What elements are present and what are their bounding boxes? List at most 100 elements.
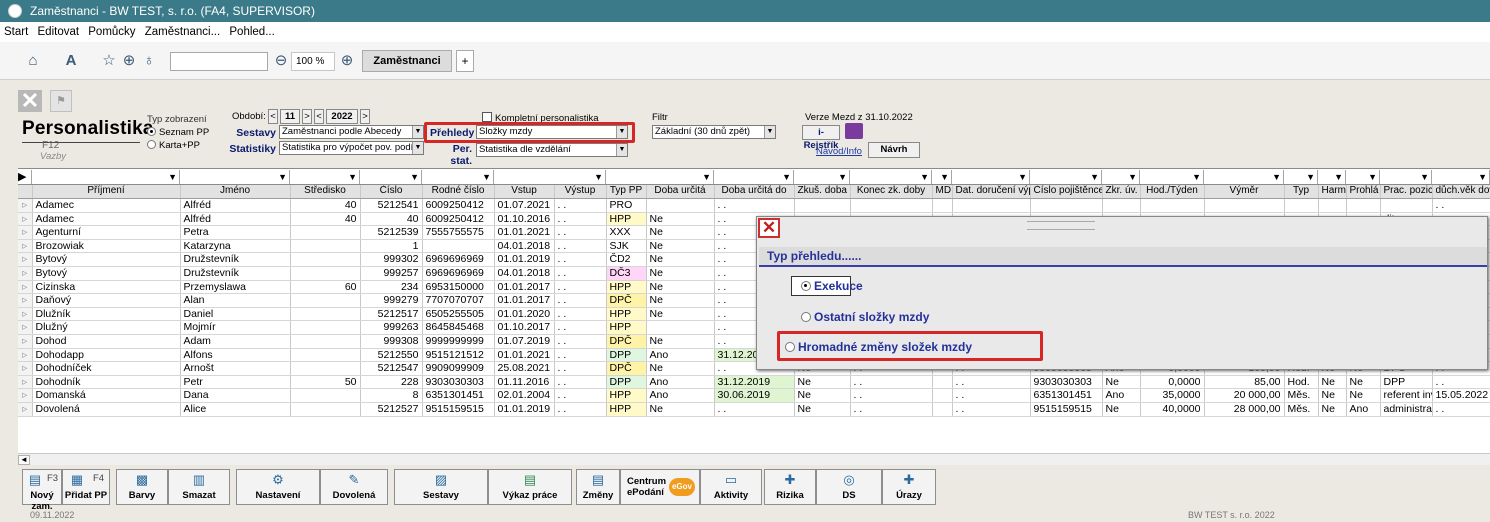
filtr-select[interactable]: Základní (30 dnů zpět) ▼ xyxy=(652,125,776,139)
smazat-button[interactable]: ▥ Smazat xyxy=(168,469,230,505)
filter-rodne-cislo[interactable]: ▼ xyxy=(422,170,494,184)
dialog-grip[interactable] xyxy=(1027,221,1095,230)
horizontal-scrollbar[interactable]: ◄ xyxy=(18,453,1490,465)
column-header[interactable]: Jméno xyxy=(180,185,291,200)
column-header[interactable]: Doba určitá xyxy=(646,185,715,200)
flag-icon[interactable]: ⚑ xyxy=(50,90,72,112)
filter-zkus-doba[interactable]: ▼ xyxy=(794,170,850,184)
row-indicator[interactable]: ▹ xyxy=(18,334,33,349)
table-row[interactable]: ▹ Adamec Alfréd 40 5212541 6009250412 01.07.20… xyxy=(18,198,1490,213)
column-header[interactable]: Vstup xyxy=(494,185,555,200)
obdobi-prev-month[interactable]: < xyxy=(268,109,278,124)
filter-vstup[interactable]: ▼ xyxy=(494,170,606,184)
navrh-button[interactable]: Návrh xyxy=(868,142,920,158)
row-indicator[interactable]: ▹ xyxy=(18,320,33,336)
rizika-button[interactable]: ✚ Rizika xyxy=(764,469,816,505)
book-icon[interactable] xyxy=(845,123,863,139)
filter-cislo[interactable]: ▼ xyxy=(360,170,422,184)
zmeny-button[interactable]: ▤ Změny xyxy=(576,469,620,505)
tab-zamestnanci[interactable]: Zaměstnanci xyxy=(362,50,452,72)
row-indicator[interactable]: ▹ xyxy=(18,402,33,417)
new-employee-button[interactable]: ▤ F3 Nový zam. xyxy=(22,469,62,512)
column-header[interactable]: Typ PP xyxy=(606,185,647,200)
filter-hod-tyden[interactable]: ▼ xyxy=(1140,170,1204,184)
sestavy-select[interactable]: Zaměstnanci podle Abecedy ▼ xyxy=(279,125,424,139)
zoom-out-icon[interactable]: ⊖ xyxy=(272,52,290,70)
filter-konec-zk[interactable]: ▼ xyxy=(850,170,932,184)
filter-harmo[interactable]: ▼ xyxy=(1318,170,1346,184)
row-indicator[interactable]: ▹ xyxy=(18,198,33,213)
table-row[interactable]: ▹ Dohodník Petr 50 228 9303030303 01.11.2016. … xyxy=(18,375,1490,390)
row-indicator[interactable]: ▹ xyxy=(18,388,33,403)
row-indicator[interactable]: ▹ xyxy=(18,348,33,363)
menu-start[interactable]: Start xyxy=(4,26,28,38)
add-pp-button[interactable]: ▦ F4 Přidat PP xyxy=(62,469,110,505)
table-row[interactable]: ▹ Domanská Dana 8 6351301451 02.01.2004. . HPP… xyxy=(18,388,1490,403)
row-indicator[interactable]: ▹ xyxy=(18,375,33,390)
row-indicator[interactable]: ▹ xyxy=(18,293,33,308)
irejstrik-button[interactable]: i-Rejstřík xyxy=(802,125,840,151)
obdobi-year[interactable]: 2022 xyxy=(326,109,358,124)
column-header[interactable]: Dat. doručení výp xyxy=(952,185,1031,200)
column-header[interactable]: Prohlá xyxy=(1346,185,1381,200)
column-header[interactable]: Zkuš. doba xyxy=(794,185,851,200)
option-exekuce[interactable]: Exekuce xyxy=(801,278,863,294)
row-indicator[interactable]: ▹ xyxy=(18,252,33,268)
filter-cislo-pojistence[interactable]: ▼ xyxy=(1030,170,1102,184)
column-header[interactable]: Prac. pozice xyxy=(1380,185,1433,200)
urazy-button[interactable]: ✚ Úrazy xyxy=(882,469,936,505)
home-icon[interactable]: ⌂ xyxy=(24,52,42,70)
menu-pomucky[interactable]: Pomůcky xyxy=(88,26,135,38)
toolbar-input[interactable] xyxy=(170,52,268,71)
scroll-left-icon[interactable]: ◄ xyxy=(18,455,30,465)
barvy-button[interactable]: ▩ Barvy xyxy=(116,469,168,505)
obdobi-next-year[interactable]: > xyxy=(360,109,370,124)
column-header[interactable]: Typ xyxy=(1284,185,1319,200)
column-header[interactable]: Výměr xyxy=(1204,185,1285,200)
column-header[interactable]: Hod./Týden xyxy=(1140,185,1205,200)
add-tab-button[interactable]: + xyxy=(456,50,474,72)
zoom-in-icon[interactable]: ⊕ xyxy=(338,52,356,70)
column-header[interactable]: Doba určitá do xyxy=(714,185,795,200)
filter-stredisko[interactable]: ▼ xyxy=(290,170,360,184)
column-header[interactable]: Příjmení xyxy=(32,185,181,200)
option-ostatni-slozky[interactable]: Ostatní složky mzdy xyxy=(801,309,929,325)
column-header[interactable]: MD xyxy=(932,185,953,200)
filter-vymer[interactable]: ▼ xyxy=(1204,170,1284,184)
obdobi-next-month[interactable]: > xyxy=(302,109,312,124)
history-icon[interactable]: ⊕ xyxy=(120,52,138,70)
row-indicator[interactable]: ▹ xyxy=(18,307,33,322)
radio-karta-pp[interactable]: Karta+PP xyxy=(147,140,200,151)
filter-prijmeni[interactable]: ▼ xyxy=(32,170,180,184)
print-icon[interactable]: ♁ xyxy=(140,52,158,70)
column-header[interactable]: Středisko xyxy=(290,185,361,200)
table-row[interactable]: ▹ Dovolená Alice 5212527 9515159515 01.01.201… xyxy=(18,402,1490,417)
row-indicator[interactable]: ▹ xyxy=(18,239,33,254)
menu-pohled[interactable]: Pohled... xyxy=(229,26,274,38)
row-indicator[interactable]: ▹ xyxy=(18,361,33,376)
filter-doba-urcita[interactable]: ▼ xyxy=(714,170,794,184)
vykaz-prace-button[interactable]: ▤ Výkaz práce xyxy=(488,469,572,505)
obdobi-month[interactable]: 11 xyxy=(280,109,300,124)
row-indicator[interactable]: ▹ xyxy=(18,280,33,295)
column-header[interactable]: Číslo xyxy=(360,185,423,200)
filter-md[interactable]: ▼ xyxy=(932,170,952,184)
dovolena-button[interactable]: ✎ Dovolená xyxy=(320,469,388,505)
radio-seznam-pp[interactable]: Seznam PP xyxy=(147,127,209,138)
column-header[interactable]: Zkr. úv. xyxy=(1102,185,1141,200)
statistiky-select[interactable]: Statistika pro výpočet pov. podílů ▼ xyxy=(279,141,424,155)
star-icon[interactable]: ☆ xyxy=(100,52,118,70)
close-x-icon[interactable]: ✕ xyxy=(18,90,42,112)
close-icon[interactable]: ✕ xyxy=(758,218,780,238)
filter-zkr-uv[interactable]: ▼ xyxy=(1102,170,1140,184)
column-header[interactable] xyxy=(18,185,33,200)
perstat-select[interactable]: Statistika dle vzdělání ▼ xyxy=(476,143,628,157)
column-header[interactable]: Výstup xyxy=(554,185,607,200)
nastaveni-button[interactable]: ⚙ Nastavení xyxy=(236,469,320,505)
column-header[interactable]: Konec zk. doby xyxy=(850,185,933,200)
zoom-level[interactable]: 100 % xyxy=(291,52,335,71)
column-header[interactable]: Harmo xyxy=(1318,185,1347,200)
filter-prohla[interactable]: ▼ xyxy=(1346,170,1380,184)
filter-typ-pp[interactable]: ▼ xyxy=(606,170,714,184)
column-header[interactable]: Rodné číslo xyxy=(422,185,495,200)
